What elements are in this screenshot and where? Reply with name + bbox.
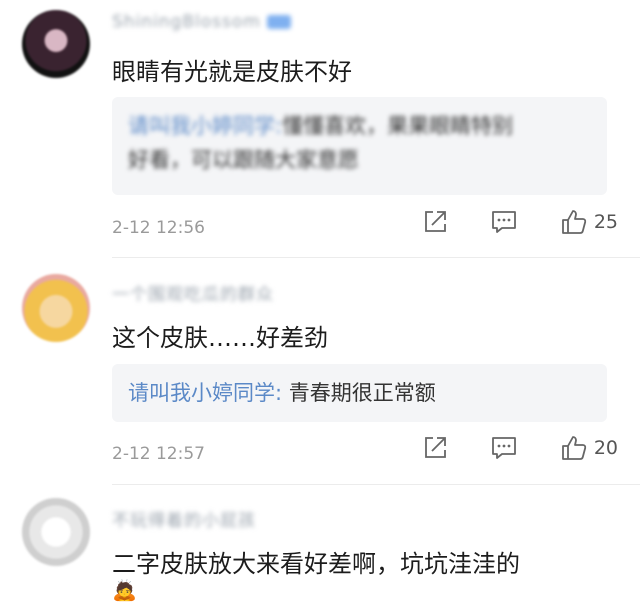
comment-text: 二字皮肤放大来看好差啊，坑坑洼洼的 [112, 550, 520, 578]
like-button[interactable]: 25 [560, 208, 618, 236]
quoted-reply[interactable]: 请叫我小婷同学:懂懂喜欢，果果眼睛特别 好看，可以跟随大家意愿 [112, 97, 607, 195]
share-button[interactable] [422, 435, 448, 461]
username[interactable]: 一个围观吃瓜的群众 [112, 280, 274, 305]
comment-button[interactable] [490, 209, 518, 235]
comment-icon [491, 211, 516, 233]
avatar[interactable] [22, 10, 90, 78]
avatar[interactable] [22, 498, 90, 566]
action-bar: 25 [380, 208, 618, 236]
emoji: 🙇 [112, 578, 137, 602]
thumbs-up-icon [561, 436, 586, 460]
quote-line-1: 请叫我小婷同学:懂懂喜欢，果果眼睛特别 [128, 109, 591, 143]
quoted-reply[interactable]: 请叫我小婷同学: 青春期很正常额 [112, 364, 607, 422]
username[interactable]: ShiningBlossom [112, 12, 291, 34]
comment-text: 眼睛有光就是皮肤不好 [112, 58, 352, 86]
like-count: 25 [593, 211, 618, 233]
like-button[interactable]: 20 [560, 434, 618, 462]
comment-text: 这个皮肤……好差劲 [112, 324, 328, 352]
reply-username[interactable]: 请叫我小婷同学: [128, 114, 282, 138]
divider [112, 257, 640, 258]
action-bar: 20 [380, 434, 618, 462]
comment-icon [491, 437, 516, 459]
timestamp: 2-12 12:57 [112, 444, 205, 464]
username[interactable]: 不玩得着的小屁孩 [112, 506, 256, 531]
avatar[interactable] [22, 274, 90, 342]
vip-badge-icon [266, 15, 291, 29]
divider [112, 484, 640, 485]
reply-text: 懂懂喜欢，果果眼睛特别 [282, 114, 514, 138]
quote-line-2: 好看，可以跟随大家意愿 [128, 143, 591, 177]
reply-text: 青春期很正常额 [288, 381, 436, 405]
share-icon [424, 437, 446, 458]
share-icon [424, 211, 446, 232]
comment-button[interactable] [490, 435, 518, 461]
share-button[interactable] [422, 209, 448, 235]
reply-text: 好看，可以跟随大家意愿 [128, 148, 359, 172]
reply-username[interactable]: 请叫我小婷同学: [128, 381, 282, 405]
timestamp: 2-12 12:56 [112, 218, 205, 238]
thumbs-up-icon [561, 210, 586, 234]
like-count: 20 [593, 437, 618, 459]
username-text[interactable]: ShiningBlossom [112, 12, 261, 32]
